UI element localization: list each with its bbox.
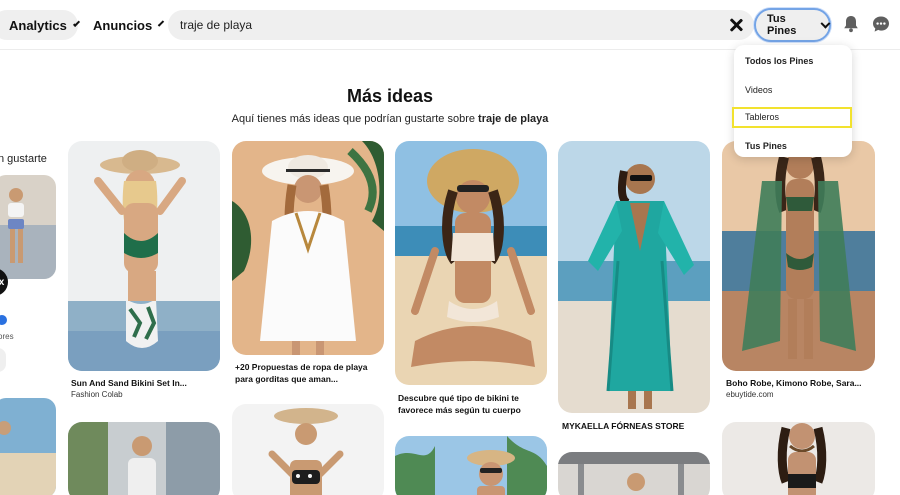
analytics-label: Analytics <box>9 17 67 33</box>
clear-search-icon[interactable] <box>728 17 744 33</box>
pin-title[interactable]: MYKAELLA FÓRNEAS STORE <box>562 420 712 432</box>
chevron-down-icon <box>820 18 831 28</box>
top-bar: Analytics Anuncios traje de playa Tus Pi… <box>0 0 900 50</box>
pin-image[interactable] <box>722 141 875 371</box>
pin-image[interactable] <box>232 404 384 495</box>
pin-source[interactable]: ebuytide.com <box>726 390 774 399</box>
pin-image[interactable] <box>558 452 710 495</box>
pin-image[interactable] <box>395 436 547 495</box>
pin-image[interactable] <box>395 141 547 385</box>
pin-image[interactable] <box>68 422 220 495</box>
subtitle-query: traje de playa <box>478 113 549 125</box>
pin-title[interactable]: Descubre qué tipo de bikini te favorece … <box>398 392 548 416</box>
anuncios-menu-button[interactable]: Anuncios <box>84 10 165 40</box>
subtitle-prefix: Aquí tienes más ideas que podrían gustar… <box>231 113 479 125</box>
chevron-down-icon <box>158 19 165 27</box>
tableros-highlight-box <box>732 107 852 128</box>
chevron-down-icon <box>72 19 81 27</box>
sidebar-follow-button[interactable] <box>0 348 6 372</box>
sidebar-heading-fragment: n gustarte <box>0 153 47 165</box>
pin-image[interactable] <box>232 141 384 355</box>
page-title: Más ideas <box>346 86 434 106</box>
analytics-menu-button[interactable]: Analytics <box>0 10 81 40</box>
scope-label: Tus Pines <box>767 13 797 37</box>
pin-image[interactable] <box>558 141 710 413</box>
pin-title[interactable]: Sun And Sand Bikini Set In... <box>71 377 221 389</box>
menu-item-tus-pines[interactable]: Tus Pines <box>745 141 787 151</box>
sidebar-thumbnail[interactable] <box>0 175 56 279</box>
page-subtitle: Aquí tienes más ideas que podrían gustar… <box>0 113 780 125</box>
anuncios-label: Anuncios <box>93 17 153 33</box>
notifications-bell-icon[interactable] <box>841 14 861 34</box>
sidebar-thumbnail-2[interactable] <box>0 398 56 495</box>
pin-image[interactable] <box>68 141 220 371</box>
verified-badge-icon <box>0 315 7 325</box>
scope-dropdown-menu: Todos los Pines Videos Tableros Tus Pine… <box>734 45 852 157</box>
pin-image[interactable] <box>722 422 875 495</box>
search-query-text: traje de playa <box>180 18 253 32</box>
search-scope-dropdown[interactable]: Tus Pines <box>754 8 831 42</box>
menu-item-videos[interactable]: Videos <box>745 85 772 95</box>
pin-title[interactable]: Boho Robe, Kimono Robe, Sara... <box>726 377 876 389</box>
pin-source[interactable]: Fashion Colab <box>71 390 123 399</box>
menu-item-todos-los-pines[interactable]: Todos los Pines <box>745 56 813 66</box>
sidebar-sub-fragment: ores <box>0 332 14 341</box>
messages-chat-icon[interactable] <box>871 14 891 34</box>
pin-title[interactable]: +20 Propuestas de ropa de playa para gor… <box>235 361 385 385</box>
search-input[interactable]: traje de playa <box>168 10 754 40</box>
